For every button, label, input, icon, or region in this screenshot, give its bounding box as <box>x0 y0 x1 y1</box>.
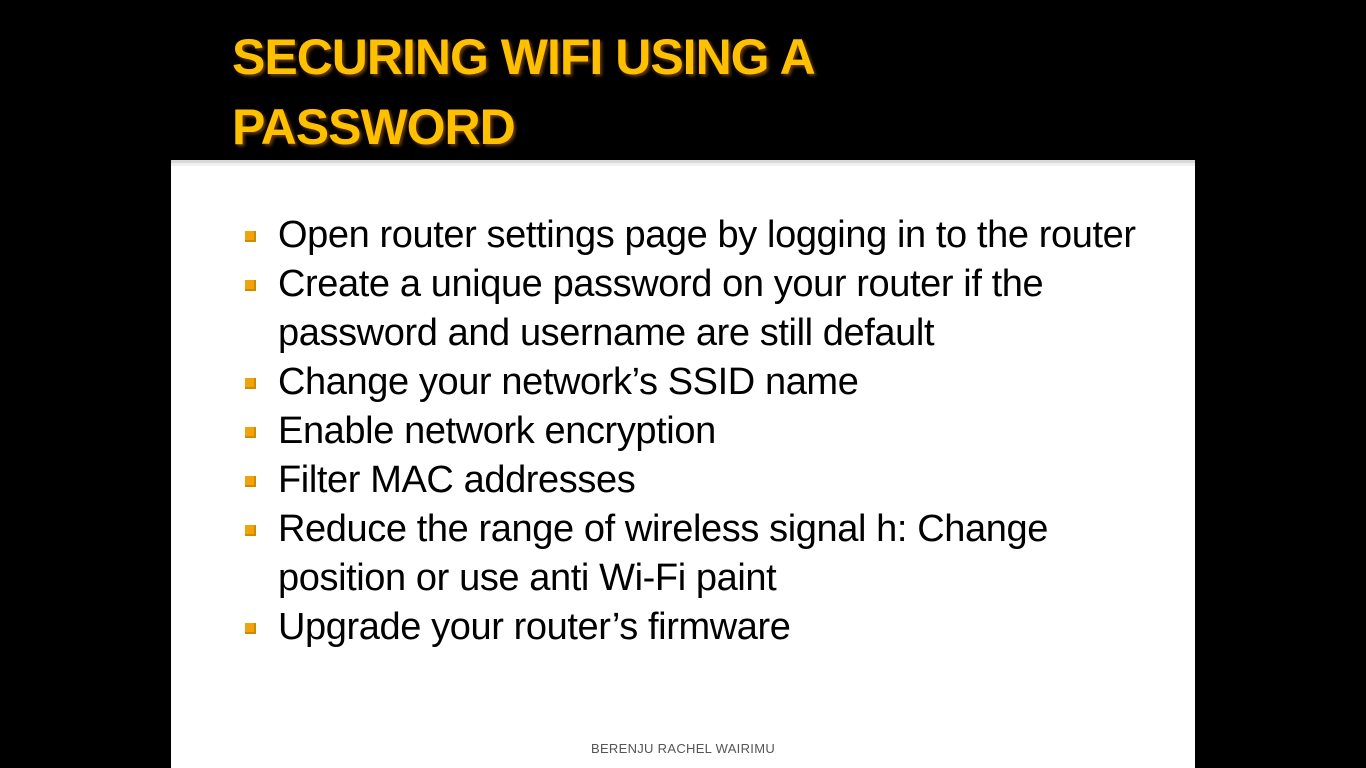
square-bullet-icon <box>245 623 256 634</box>
slide-title: SECURING WIFI USING A PASSWORD <box>232 29 816 155</box>
bullet-item: Change your network’s SSID name <box>243 358 1143 407</box>
bullet-item: Create a unique password on your router … <box>243 260 1143 358</box>
square-bullet-icon <box>245 280 256 291</box>
bullet-text: Change your network’s SSID name <box>278 361 859 403</box>
square-bullet-icon <box>245 231 256 242</box>
bullet-item: Filter MAC addresses <box>243 456 1143 505</box>
content-panel: Open router settings page by logging in … <box>171 160 1195 768</box>
bullet-text: Reduce the range of wireless signal h: C… <box>278 508 1048 599</box>
bullet-text: Open router settings page by logging in … <box>278 214 1136 256</box>
bullet-text: Create a unique password on your router … <box>278 263 1044 354</box>
bullet-item: Upgrade your router’s firmware <box>243 603 1143 652</box>
bullet-item: Open router settings page by logging in … <box>243 211 1143 260</box>
bullet-list: Open router settings page by logging in … <box>243 211 1143 652</box>
square-bullet-icon <box>245 378 256 389</box>
bullet-text: Filter MAC addresses <box>278 459 636 501</box>
square-bullet-icon <box>245 476 256 487</box>
square-bullet-icon <box>245 525 256 536</box>
bullet-text: Enable network encryption <box>278 410 716 452</box>
square-bullet-icon <box>245 427 256 438</box>
bullet-text: Upgrade your router’s firmware <box>278 606 791 648</box>
slide: SECURING WIFI USING A PASSWORD Open rout… <box>0 0 1366 768</box>
bullet-item: Enable network encryption <box>243 407 1143 456</box>
bullet-item: Reduce the range of wireless signal h: C… <box>243 505 1143 603</box>
slide-footer: BERENJU RACHEL WAIRIMU <box>590 741 776 756</box>
